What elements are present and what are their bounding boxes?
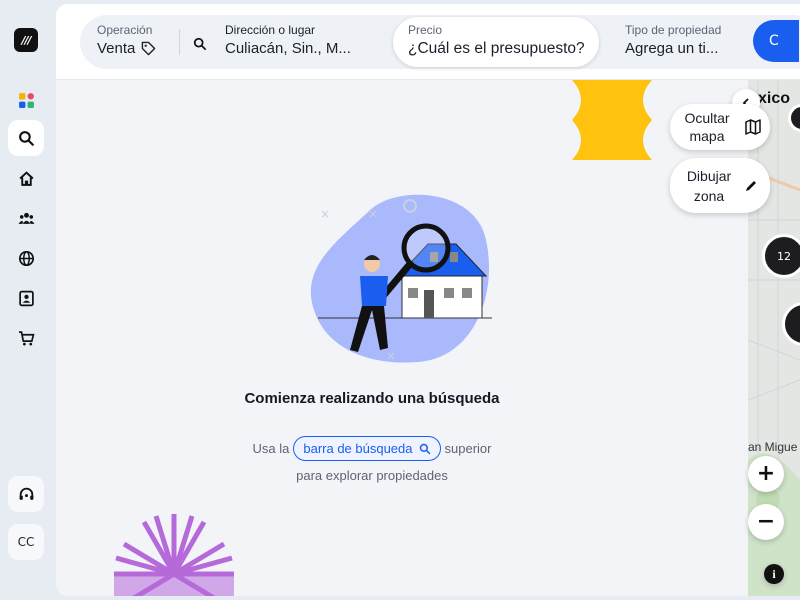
people-icon [18, 212, 34, 224]
support-button[interactable] [8, 476, 44, 512]
sidebar-item-people[interactable] [8, 200, 44, 236]
search-divider [179, 29, 180, 55]
sidebar: /// CC [0, 0, 52, 600]
sidebar-item-contacts[interactable] [8, 280, 44, 316]
map-label-neighborhood: an Migue [748, 440, 798, 454]
empty-state-description: Usa la barra de búsqueda superior [56, 436, 688, 461]
map-cluster-marker[interactable]: 12 [762, 234, 800, 278]
contact-card-icon [18, 290, 34, 306]
user-avatar[interactable]: CC [8, 524, 44, 560]
pencil-icon [746, 180, 756, 191]
draw-zone-button[interactable]: Dibujar zona [670, 158, 770, 213]
property-type-select[interactable]: Tipo de propiedad Agrega un ti... [625, 15, 755, 69]
search-icon [193, 37, 207, 51]
apps-icon [18, 92, 34, 108]
address-input[interactable]: Dirección o lugar Culiacán, Sin., M... [225, 15, 387, 69]
search-bar: Operación Venta Dirección o lugar Culiac… [80, 15, 800, 69]
zoom-out-button[interactable]: − [748, 504, 784, 540]
search-icon [419, 443, 430, 454]
user-initials: CC [17, 535, 35, 549]
svg-text:×: × [320, 207, 330, 221]
empty-state-subtext: para explorar propiedades [296, 468, 448, 483]
search-icon [18, 130, 34, 146]
operation-select[interactable]: Operación Venta [97, 15, 179, 69]
empty-search-illustration: × × × [310, 194, 492, 363]
svg-text:×: × [368, 207, 378, 221]
empty-state-title: Comienza realizando una búsqueda [244, 390, 500, 407]
info-icon: i [772, 566, 776, 581]
map-label-city: xico [758, 90, 791, 107]
sidebar-item-apps[interactable] [8, 82, 44, 118]
sidebar-item-cart[interactable] [8, 320, 44, 356]
sidebar-item-globe[interactable] [8, 240, 44, 276]
decorative-starburst [114, 514, 234, 596]
home-icon [18, 170, 34, 186]
globe-icon [18, 250, 34, 266]
main-panel: Operación Venta Dirección o lugar Culiac… [56, 4, 800, 596]
map-info-button[interactable]: i [764, 564, 784, 584]
zoom-in-button[interactable]: + [748, 456, 784, 492]
sidebar-item-search[interactable] [8, 120, 44, 156]
svg-text:×: × [386, 349, 396, 363]
headset-icon [19, 487, 33, 500]
search-header: Operación Venta Dirección o lugar Culiac… [56, 4, 800, 80]
hide-map-button[interactable]: Ocultar mapa [670, 104, 770, 150]
search-submit-button[interactable]: C [753, 20, 799, 62]
cart-icon [18, 330, 34, 346]
brand-logo[interactable]: /// [14, 28, 38, 52]
tag-icon [142, 41, 156, 56]
search-bar-link-chip[interactable]: barra de búsqueda [293, 436, 441, 461]
sidebar-item-home[interactable] [8, 160, 44, 196]
decorative-yellow-shape [572, 80, 652, 160]
map-icon [745, 119, 761, 135]
price-input[interactable]: Precio ¿Cuál es el presupuesto? [393, 17, 599, 67]
